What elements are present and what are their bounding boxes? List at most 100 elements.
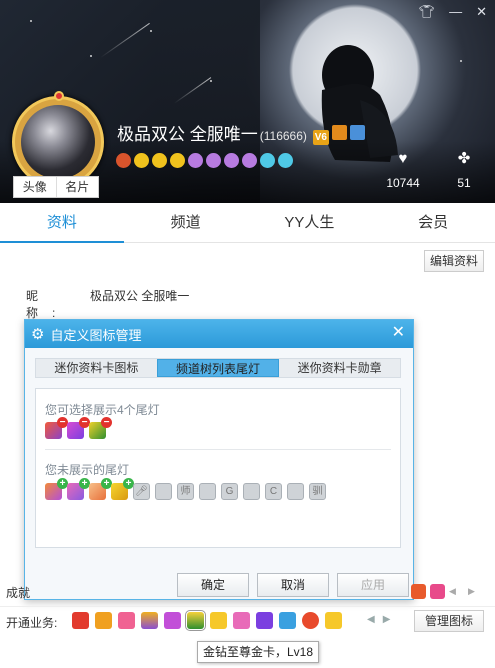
g-light-icon[interactable]: G (221, 483, 238, 500)
username-row: 极品双公 全服唯一 (116666) V6 (117, 120, 365, 145)
remove-icon[interactable]: − (101, 417, 112, 428)
crown-icon[interactable] (152, 153, 167, 168)
yellow-service-icon[interactable] (325, 612, 342, 629)
star-decoration (90, 55, 92, 57)
purple-medal-icon[interactable] (242, 153, 257, 168)
achievement-icon[interactable] (430, 584, 445, 599)
avatar[interactable] (21, 105, 95, 179)
hidden-lights-title: 您未展示的尾灯 (45, 463, 130, 477)
achievement-icon[interactable] (411, 584, 426, 599)
pink-service-icon[interactable] (233, 612, 250, 629)
achievements-label: 成就 (6, 586, 31, 600)
fan-badge-icon: ✤ (457, 150, 471, 167)
tab-mini-card-medals[interactable]: 迷你资料卡勋章 (279, 359, 400, 377)
purple-medal-icon[interactable] (206, 153, 221, 168)
noble-icon[interactable] (331, 125, 347, 140)
star-decoration (210, 80, 212, 82)
pk-service-icon[interactable] (256, 612, 273, 629)
profile-banner: 👕︎ — ✕ 头像 名片 极品双公 全服唯一 (116666) V6 ♥ 107… (0, 0, 495, 203)
mic-light-icon[interactable]: 🎤︎ (133, 483, 150, 500)
hidden-lights-row: + + + + 🎤︎ 师 G C 驯 (45, 478, 326, 500)
tab-yy-life[interactable]: YY人生 (248, 203, 372, 242)
close-icon[interactable]: ✕ (476, 4, 487, 20)
heart-service-icon[interactable] (118, 612, 135, 629)
purple-medal-icon[interactable] (188, 153, 203, 168)
dialog-title-bar: ⚙ 自定义图标管理 ✕ (25, 320, 413, 348)
tab-channel-tree-lights[interactable]: 频道树列表尾灯 (156, 359, 280, 377)
grey-light-icon[interactable] (155, 483, 172, 500)
shown-lights-title: 您可选择展示4个尾灯 (45, 403, 160, 417)
manage-icons-button[interactable]: 管理图标 (414, 610, 484, 632)
skin-icon[interactable]: 👕︎ (419, 4, 436, 20)
grey-light-icon[interactable] (199, 483, 216, 500)
blue-service-icon[interactable] (279, 612, 296, 629)
crown-icon[interactable] (170, 153, 185, 168)
nickname-row: 昵 称: 极品双公 全服唯一 (26, 287, 189, 321)
medal-icon-row (116, 153, 293, 168)
teacher-light-icon[interactable]: 师 (177, 483, 194, 500)
c-light-icon[interactable]: C (265, 483, 282, 500)
business-label: 开通业务: (6, 616, 58, 630)
display-name: 极品双公 全服唯一 (117, 125, 258, 144)
close-icon[interactable]: ✕ (392, 325, 405, 341)
business-arrows: ◀ ▶ (367, 614, 390, 625)
hidden-light-icon[interactable]: + (111, 478, 134, 500)
star-decoration (150, 30, 152, 32)
nickname-value: 极品双公 全服唯一 (90, 289, 190, 303)
crown-service-icon[interactable] (141, 612, 158, 629)
train-light-icon[interactable]: 驯 (309, 483, 326, 500)
dialog-tabs: 迷你资料卡图标 频道树列表尾灯 迷你资料卡勋章 (35, 358, 401, 378)
tail-light-panel: 您可选择展示4个尾灯 − − − 您未展示的尾灯 + + + + 🎤︎ 师 G … (35, 388, 401, 548)
nickname-label: 昵 称: (26, 289, 79, 320)
section-divider (45, 449, 391, 450)
business-bar: 开通业务: ◀ ▶ 管理图标 (0, 606, 495, 634)
shown-light-icon[interactable]: − (45, 417, 68, 439)
fans-stat[interactable]: ✤ 51 (434, 150, 494, 190)
gear-icon: ⚙ (31, 326, 45, 343)
hidden-light-icon[interactable]: + (67, 478, 90, 500)
crown-icon[interactable] (134, 153, 149, 168)
purple-service-icon[interactable] (164, 612, 181, 629)
icon-manager-dialog: ⚙ 自定义图标管理 ✕ 迷你资料卡图标 频道树列表尾灯 迷你资料卡勋章 您可选择… (24, 319, 414, 600)
arrow-left-icon[interactable]: ◀ (449, 584, 464, 599)
yuan-service-icon[interactable] (95, 612, 112, 629)
vip-level-badge[interactable]: V6 (312, 130, 329, 145)
red-service-icon[interactable] (302, 612, 319, 629)
tab-channel[interactable]: 频道 (124, 203, 248, 242)
window-controls: 👕︎ — ✕ (419, 4, 487, 20)
key-service-icon[interactable] (210, 612, 227, 629)
hidden-light-icon[interactable]: + (89, 478, 112, 500)
vip-service-icon[interactable] (72, 612, 89, 629)
verified-card-icon[interactable] (349, 125, 365, 140)
diamond-icon[interactable] (260, 153, 275, 168)
achievement-icons: ◀ ▶ (411, 584, 483, 599)
arrow-right-icon[interactable]: ▶ (383, 614, 391, 625)
card-tab[interactable]: 名片 (55, 177, 99, 197)
diamond-icon[interactable] (278, 153, 293, 168)
minimize-icon[interactable]: — (449, 4, 462, 20)
wing-medal-icon[interactable] (116, 153, 131, 168)
tab-profile[interactable]: 资料 (0, 203, 124, 243)
star-decoration (30, 20, 32, 22)
arrow-right-icon[interactable]: ▶ (468, 584, 483, 599)
fans-count: 51 (457, 176, 471, 190)
arrow-left-icon[interactable]: ◀ (367, 614, 375, 625)
tab-member[interactable]: 会员 (371, 203, 495, 242)
profile-tabs: 资料 频道 YY人生 会员 (0, 203, 495, 243)
edit-profile-button[interactable]: 编辑资料 (424, 250, 484, 272)
achievements-row: 成就 ◀ ▶ (0, 582, 495, 602)
business-icons (72, 610, 342, 631)
shown-light-icon[interactable]: − (67, 417, 90, 439)
avatar-frame[interactable] (12, 91, 104, 188)
gold-card-service-icon[interactable] (185, 610, 206, 631)
purple-medal-icon[interactable] (224, 153, 239, 168)
avatar-tab[interactable]: 头像 (14, 177, 56, 197)
tab-mini-card-icons[interactable]: 迷你资料卡图标 (36, 359, 157, 377)
dialog-title: 自定义图标管理 (50, 327, 142, 343)
grey-light-icon[interactable] (287, 483, 304, 500)
hidden-light-icon[interactable]: + (45, 478, 68, 500)
grey-light-icon[interactable] (243, 483, 260, 500)
likes-stat[interactable]: ♥ 10744 (373, 150, 433, 190)
shown-light-icon[interactable]: − (89, 417, 112, 439)
user-id: (116666) (259, 129, 307, 143)
